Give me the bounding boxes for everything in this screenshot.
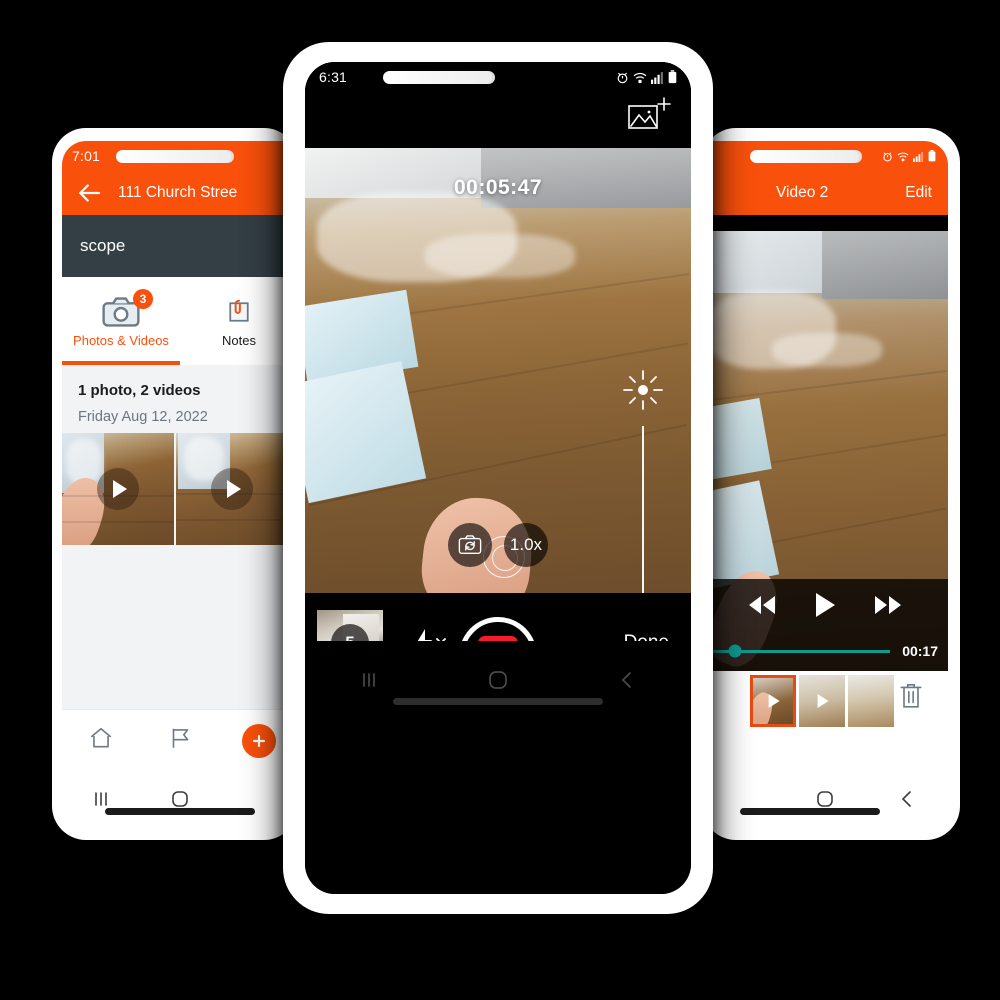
signal-icon <box>651 71 664 84</box>
filmstrip-item-3[interactable] <box>848 675 894 727</box>
right-system-nav <box>702 771 948 827</box>
left-status-notch-pill <box>116 149 235 163</box>
alarm-icon <box>882 151 893 162</box>
left-phone-screen: 7:01 111 Church Stree scope 3 Photos & V… <box>62 141 298 827</box>
right-status-icons <box>882 150 936 162</box>
left-header-region: 7:01 111 Church Stree <box>62 141 298 215</box>
rewind-icon[interactable] <box>746 594 778 621</box>
battery-icon <box>668 70 677 84</box>
right-status-notch-pill <box>750 149 862 163</box>
flip-camera-icon[interactable] <box>448 523 492 567</box>
media-date-label: Friday Aug 12, 2022 <box>78 409 208 425</box>
filmstrip-item-1[interactable] <box>750 675 796 727</box>
home-icon <box>88 725 114 756</box>
video-title: Video 2 <box>776 184 829 201</box>
left-page-title: 111 Church Stree <box>118 184 238 201</box>
photos-badge-count: 3 <box>133 288 153 309</box>
center-phone-screen: 6:31 00:05:47 1.0x <box>305 62 691 894</box>
media-count-label: 1 photo, 2 videos <box>78 382 201 399</box>
video-controls-bar: 00:17 <box>702 579 948 671</box>
video-player-surface[interactable]: 00:17 <box>702 231 948 671</box>
recording-timer: 00:05:47 <box>453 176 543 199</box>
home-circle-icon[interactable] <box>434 668 563 692</box>
wifi-icon <box>633 71 647 84</box>
center-system-nav <box>305 641 691 719</box>
screenshot-stage: 7:01 111 Church Stree scope 3 Photos & V… <box>0 0 1000 1000</box>
center-status-notch-pill <box>383 70 496 84</box>
brightness-sun-icon <box>623 370 663 414</box>
plus-icon <box>241 723 276 758</box>
right-title-row: Video 2 Edit <box>702 171 948 215</box>
tab-notes-label: Notes <box>222 332 256 348</box>
left-phone-frame: 7:01 111 Church Stree scope 3 Photos & V… <box>52 128 298 840</box>
left-title-row: 111 Church Stree <box>62 171 298 215</box>
right-phone-screen: Video 2 Edit 00:17 <box>702 141 948 827</box>
tab-photos-videos[interactable]: 3 Photos & Videos <box>62 277 180 365</box>
gesture-bar[interactable] <box>740 808 881 815</box>
signal-icon <box>913 151 924 162</box>
alarm-icon <box>616 71 629 84</box>
left-status-time: 7:01 <box>72 148 101 164</box>
play-icon <box>817 694 829 708</box>
filmstrip-item-2[interactable] <box>799 675 845 727</box>
play-icon <box>768 694 780 708</box>
camera-icon: 3 <box>102 288 153 329</box>
camera-viewfinder[interactable]: 00:05:47 1.0x <box>305 148 691 593</box>
active-tab-underline <box>62 361 180 365</box>
flag-icon <box>167 725 193 756</box>
trash-icon[interactable] <box>898 682 924 715</box>
scope-label: scope <box>80 236 126 255</box>
edit-button[interactable]: Edit <box>905 184 932 202</box>
left-system-nav <box>62 771 298 827</box>
seek-knob[interactable] <box>728 644 742 658</box>
back-arrow-icon[interactable] <box>74 178 104 208</box>
gesture-bar[interactable] <box>393 698 603 705</box>
recents-icon[interactable] <box>305 670 434 690</box>
tab-photos-videos-label: Photos & Videos <box>73 332 169 348</box>
media-thumbnail-row <box>62 433 298 545</box>
scope-bar: scope <box>62 215 298 277</box>
media-thumbnail-video-1[interactable] <box>62 433 174 545</box>
camera-top-bar: 6:31 <box>305 62 691 148</box>
zoom-level-label: 1.0x <box>509 535 543 554</box>
media-thumbnail-video-2[interactable] <box>176 433 288 545</box>
center-status-bar: 6:31 <box>305 62 691 92</box>
nav-home-button[interactable] <box>62 725 141 756</box>
play-icon <box>97 468 139 510</box>
left-tab-bar: 3 Photos & Videos Notes <box>62 277 298 365</box>
right-header-region: Video 2 Edit <box>702 141 948 215</box>
tab-notes[interactable]: Notes <box>180 277 298 365</box>
gesture-bar[interactable] <box>105 808 255 815</box>
home-circle-icon[interactable] <box>141 788 220 810</box>
wifi-icon <box>897 151 909 162</box>
left-bottom-nav <box>62 709 298 771</box>
note-attachment-icon <box>226 295 252 329</box>
back-chevron-icon[interactable] <box>866 788 948 810</box>
center-phone-frame: 6:31 00:05:47 1.0x <box>283 42 713 914</box>
play-icon <box>211 468 253 510</box>
video-duration: 00:17 <box>902 643 938 659</box>
left-status-bar: 7:01 <box>62 141 298 171</box>
add-photo-icon[interactable] <box>627 96 671 136</box>
right-letterbox-strip <box>702 215 948 231</box>
right-phone-frame: Video 2 Edit 00:17 <box>702 128 960 840</box>
fast-forward-icon[interactable] <box>872 594 904 621</box>
brightness-track[interactable] <box>642 426 644 593</box>
camera-controls: 5 Done <box>305 593 691 719</box>
recents-icon[interactable] <box>62 790 141 808</box>
center-status-icons <box>616 70 677 84</box>
seek-bar[interactable] <box>712 644 891 658</box>
play-icon[interactable] <box>813 592 837 623</box>
nav-flag-button[interactable] <box>141 725 220 756</box>
center-status-time: 6:31 <box>319 69 348 85</box>
battery-icon <box>928 150 936 162</box>
right-status-bar <box>702 141 948 171</box>
back-chevron-icon[interactable] <box>562 668 691 692</box>
home-circle-icon[interactable] <box>784 788 866 810</box>
zoom-level-button[interactable]: 1.0x <box>504 523 548 567</box>
camera-app: 6:31 00:05:47 1.0x <box>305 62 691 894</box>
playback-buttons <box>702 579 948 635</box>
seek-row: 00:17 <box>702 635 948 667</box>
viewfinder-quick-actions: 1.0x <box>305 523 691 567</box>
